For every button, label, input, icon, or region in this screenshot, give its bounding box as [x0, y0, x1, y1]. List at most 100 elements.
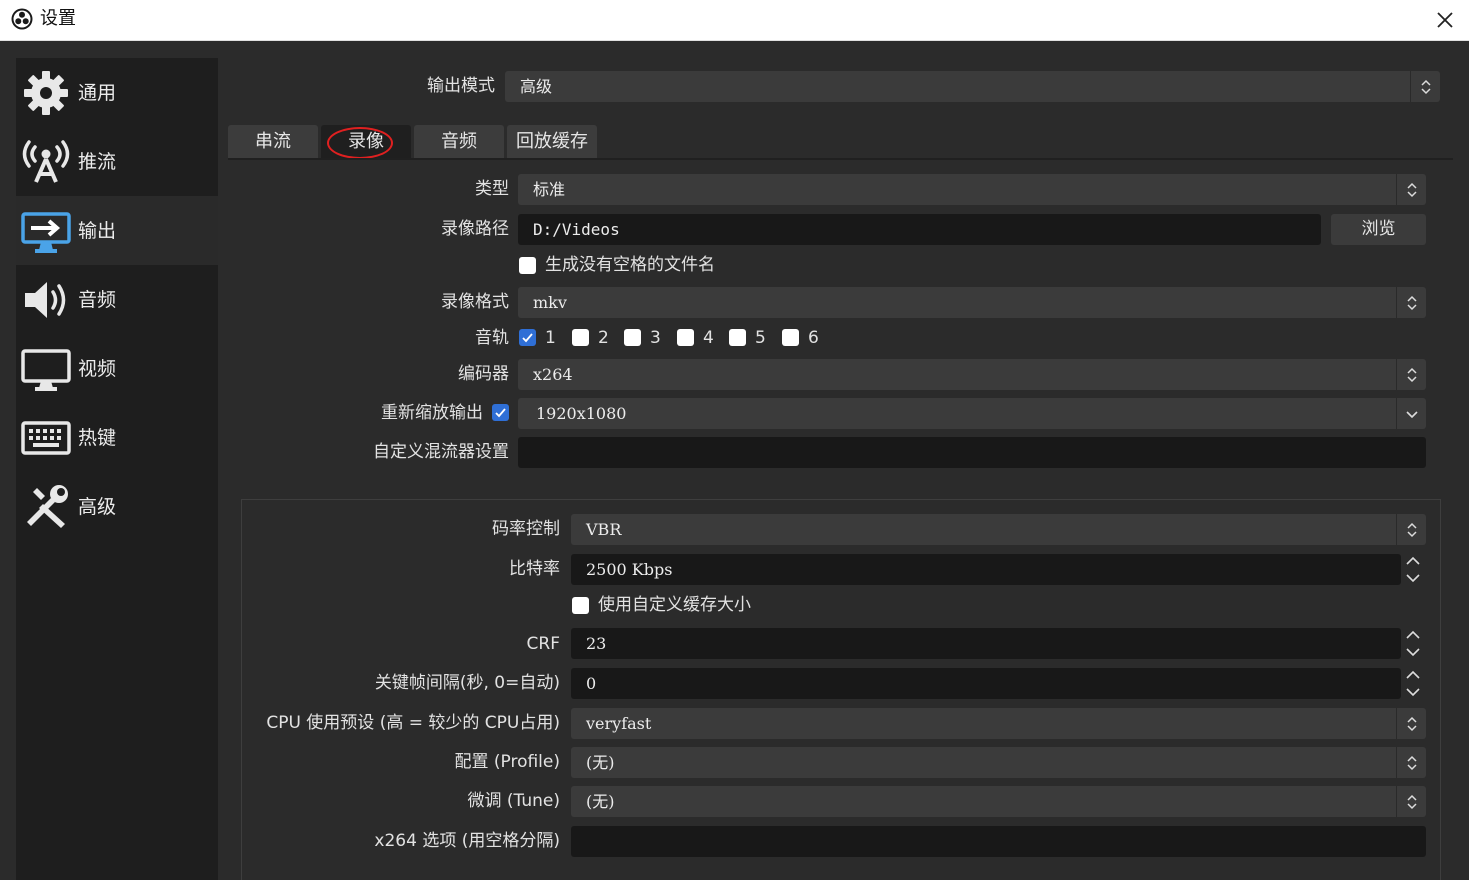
spin-up-icon[interactable] [1402, 668, 1424, 683]
sidebar-item-label: 输出 [78, 220, 117, 242]
tab-recording[interactable]: 录像 [321, 125, 411, 158]
audio-track-2-checkbox[interactable] [572, 329, 589, 346]
audio-track-5-label: 5 [755, 328, 766, 348]
no-space-filename-checkbox[interactable] [519, 257, 536, 274]
tab-divider [228, 158, 1453, 160]
spin-up-icon[interactable] [1402, 554, 1424, 569]
monitor-output-icon [21, 212, 71, 253]
audio-track-4-label: 4 [703, 328, 714, 348]
output-mode-label: 输出模式 [427, 76, 495, 96]
updown-arrow-icon [1396, 747, 1426, 778]
recording-format-value: mkv [533, 293, 567, 312]
keyboard-icon [21, 421, 71, 455]
audio-track-1-checkbox[interactable] [519, 329, 536, 346]
sidebar-item-advanced[interactable]: 高级 [16, 472, 218, 541]
window-title: 设置 [40, 8, 76, 29]
rescale-resolution-value: 1920x1080 [536, 404, 627, 423]
bitrate-input[interactable]: 2500 Kbps [571, 554, 1401, 585]
monitor-icon [21, 349, 71, 391]
updown-arrow-icon [1396, 287, 1426, 318]
muxer-settings-label: 自定义混流器设置 [373, 442, 509, 462]
x264-options-input[interactable] [571, 826, 1426, 857]
custom-buffer-label: 使用自定义缓存大小 [598, 595, 751, 615]
updown-arrow-icon [1410, 71, 1440, 102]
output-mode-value: 高级 [520, 77, 553, 96]
profile-value: (无) [586, 753, 615, 772]
audio-track-6-checkbox[interactable] [782, 329, 799, 346]
cpu-preset-value: veryfast [586, 714, 652, 733]
updown-arrow-icon [1396, 359, 1426, 390]
encoder-label: 编码器 [458, 364, 509, 384]
type-label: 类型 [475, 179, 509, 199]
audio-track-3-checkbox[interactable] [624, 329, 641, 346]
keyframe-interval-label: 关键帧间隔(秒, 0=自动) [374, 673, 560, 693]
output-mode-select[interactable]: 高级 [505, 71, 1440, 102]
recording-path-input[interactable]: D:/Videos [518, 214, 1321, 245]
sidebar-item-hotkeys[interactable]: 热键 [16, 403, 218, 472]
audio-track-6-label: 6 [808, 328, 819, 348]
tab-stream[interactable]: 串流 [228, 125, 318, 158]
sidebar-item-label: 视频 [78, 358, 117, 380]
tune-select[interactable]: (无) [571, 786, 1426, 817]
tools-icon [27, 485, 68, 528]
output-settings-panel: 输出模式 高级 串流 录像 音频 回放缓存 类型 标准 录像路径 D:/Vide… [218, 41, 1469, 880]
spin-down-icon[interactable] [1402, 570, 1424, 585]
audio-track-4-checkbox[interactable] [677, 329, 694, 346]
recording-format-label: 录像格式 [441, 292, 509, 312]
sidebar-item-output[interactable]: 输出 [16, 196, 218, 265]
sidebar-item-label: 通用 [78, 82, 117, 104]
x264-options-label: x264 选项 (用空格分隔) [374, 831, 560, 851]
sidebar-item-label: 音频 [78, 289, 117, 311]
rate-control-value: VBR [586, 520, 622, 539]
speaker-icon [25, 282, 66, 318]
sidebar-item-stream[interactable]: 推流 [16, 127, 218, 196]
profile-label: 配置 (Profile) [454, 752, 560, 772]
crf-label: CRF [526, 634, 560, 654]
keyframe-interval-spinner [1402, 668, 1424, 699]
muxer-settings-input[interactable] [518, 437, 1426, 468]
rate-control-label: 码率控制 [492, 519, 560, 539]
updown-arrow-icon [1396, 174, 1426, 205]
spin-up-icon[interactable] [1402, 628, 1424, 643]
cpu-preset-select[interactable]: veryfast [571, 708, 1426, 739]
close-icon[interactable] [1431, 6, 1459, 34]
spin-down-icon[interactable] [1402, 684, 1424, 699]
gear-icon [24, 71, 68, 115]
sidebar-item-label: 推流 [78, 151, 117, 173]
updown-arrow-icon [1396, 514, 1426, 545]
title-bar: 设置 [0, 0, 1469, 41]
rescale-output-label: 重新缩放输出 [381, 403, 483, 423]
sidebar-item-general[interactable]: 通用 [16, 58, 218, 127]
rate-control-select[interactable]: VBR [571, 514, 1426, 545]
audio-track-3-label: 3 [650, 328, 661, 348]
audio-track-2-label: 2 [598, 328, 609, 348]
encoder-value: x264 [533, 365, 573, 384]
sidebar-item-video[interactable]: 视频 [16, 334, 218, 403]
broadcast-antenna-icon [22, 140, 70, 183]
no-space-filename-label: 生成没有空格的文件名 [545, 255, 715, 275]
sidebar-item-label: 热键 [78, 427, 117, 449]
obs-logo-icon [11, 8, 33, 30]
type-value: 标准 [533, 180, 566, 199]
profile-select[interactable]: (无) [571, 747, 1426, 778]
audio-track-5-checkbox[interactable] [729, 329, 746, 346]
recording-format-select[interactable]: mkv [518, 287, 1426, 318]
rescale-resolution-combobox[interactable]: 1920x1080 [518, 398, 1426, 429]
encoder-select[interactable]: x264 [518, 359, 1426, 390]
sidebar-item-label: 高级 [78, 496, 117, 518]
custom-buffer-checkbox[interactable] [572, 597, 589, 614]
recording-path-label: 录像路径 [441, 219, 509, 239]
chevron-down-icon [1396, 398, 1426, 429]
tab-replay-buffer[interactable]: 回放缓存 [507, 125, 597, 158]
crf-spinner [1402, 628, 1424, 659]
sidebar-item-audio[interactable]: 音频 [16, 265, 218, 334]
encoder-settings-group: 码率控制 VBR 比特率 2500 Kbps 使用自定义缓存大小 CRF 23 … [241, 499, 1441, 880]
keyframe-interval-input[interactable]: 0 [571, 668, 1401, 699]
crf-input[interactable]: 23 [571, 628, 1401, 659]
spin-down-icon[interactable] [1402, 644, 1424, 659]
type-select[interactable]: 标准 [518, 174, 1426, 205]
browse-button[interactable]: 浏览 [1331, 214, 1426, 245]
tab-audio[interactable]: 音频 [414, 125, 504, 158]
rescale-output-checkbox[interactable] [492, 404, 509, 421]
updown-arrow-icon [1396, 708, 1426, 739]
